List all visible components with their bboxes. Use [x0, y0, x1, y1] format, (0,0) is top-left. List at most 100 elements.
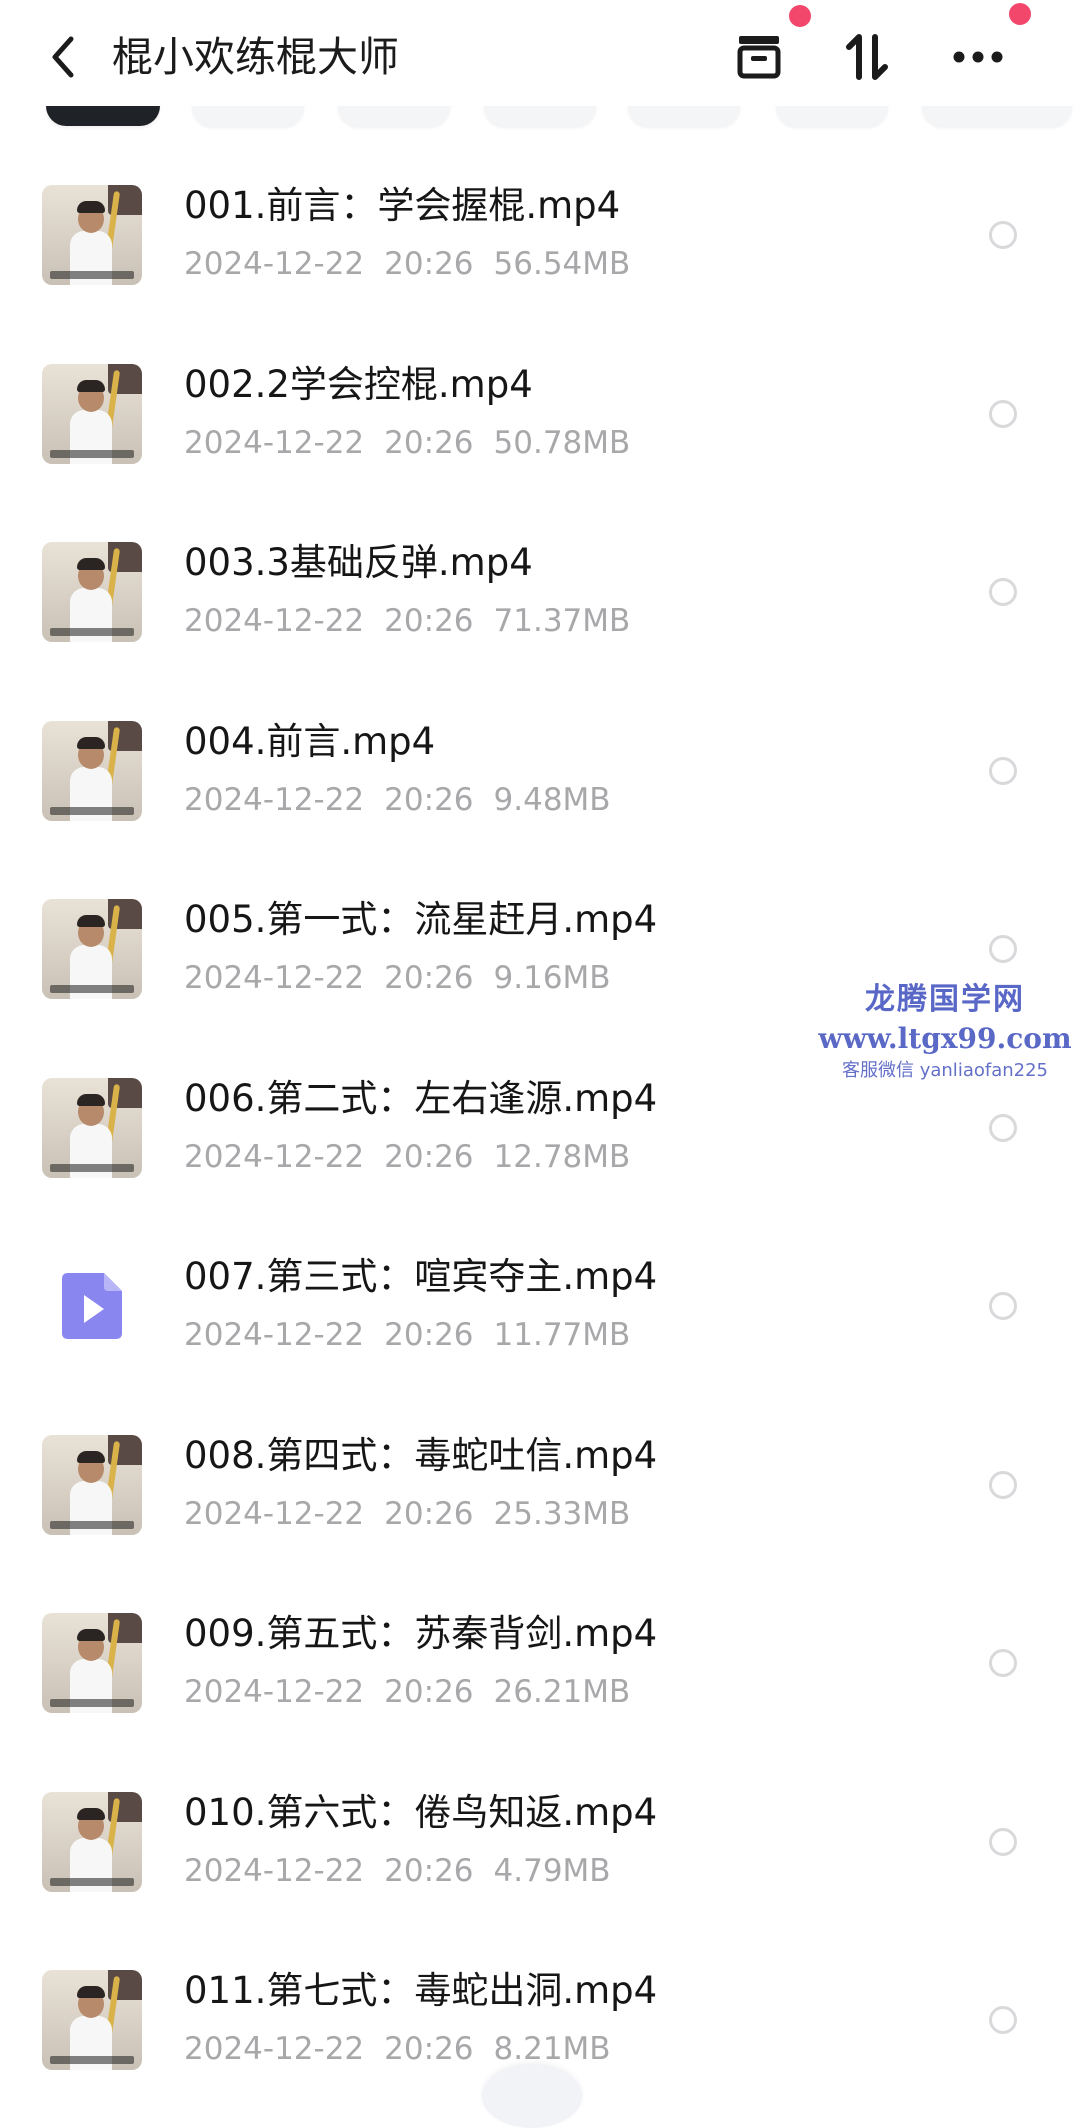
file-date: 2024-12-22: [184, 603, 365, 639]
file-size: 9.48MB: [493, 781, 611, 818]
video-thumbnail: [42, 1613, 142, 1713]
back-button[interactable]: [40, 22, 88, 92]
file-row[interactable]: 004.前言.mp4 2024-12-22 20:26 9.48MB: [0, 686, 1080, 865]
video-thumbnail: [42, 1077, 142, 1178]
file-size: 71.37MB: [493, 603, 631, 639]
file-size: 12.78MB: [493, 1138, 631, 1175]
video-thumbnail: [42, 1970, 142, 2070]
filter-tab[interactable]: [484, 106, 596, 126]
file-date: 2024-12-22: [184, 1852, 365, 1889]
watermark-line1: 龙腾国学网: [865, 982, 1025, 1017]
file-meta: 2024-12-22 20:26 12.78MB: [184, 1137, 650, 1177]
notification-badge: [1009, 3, 1031, 25]
file-date: 2024-12-22: [184, 960, 365, 996]
file-size: 56.54MB: [493, 246, 631, 282]
file-date: 2024-12-22: [184, 1138, 365, 1175]
file-date: 2024-12-22: [184, 1674, 365, 1710]
chevron-left-icon: [52, 36, 74, 78]
file-name: 007.第三式：喧宾夺主.mp4: [184, 1255, 658, 1298]
file-meta: 2024-12-22 20:26 9.48MB: [184, 780, 631, 820]
file-name: 009.第五式：苏秦背剑.mp4: [184, 1612, 658, 1655]
archive-button[interactable]: [724, 22, 794, 92]
file-row[interactable]: 007.第三式：喧宾夺主.mp4 2024-12-22 20:26 11.77MB: [0, 1221, 1080, 1400]
file-name: 008.第四式：毒蛇吐信.mp4: [184, 1433, 658, 1477]
file-date: 2024-12-22: [184, 781, 365, 818]
file-name: 005.第一式：流星赶月.mp4: [184, 898, 658, 941]
file-meta: 2024-12-22 20:26 4.79MB: [184, 1851, 631, 1891]
file-meta: 2024-12-22 20:26 26.21MB: [184, 1672, 650, 1712]
file-meta: 2024-12-22 20:26 56.54MB: [184, 244, 650, 284]
file-name: 006.第二式：左右逢源.mp4: [184, 1076, 658, 1120]
file-size: 26.21MB: [493, 1674, 631, 1710]
select-radio[interactable]: [989, 2006, 1017, 2034]
file-time: 20:26: [384, 1317, 474, 1353]
file-size: 50.78MB: [493, 424, 631, 461]
file-list: 001.前言：学会握棍.mp4 2024-12-22 20:26 56.54MB 002…: [0, 150, 1080, 2114]
watermark-line2: www.ltgx99.com: [818, 1022, 1072, 1055]
video-thumbnail: [42, 363, 142, 464]
file-name: 003.3基础反弹.mp4: [184, 541, 533, 584]
notification-badge: [789, 5, 811, 27]
floating-action-button[interactable]: [482, 2064, 582, 2128]
file-meta: 2024-12-22 20:26 50.78MB: [184, 423, 650, 463]
file-name: 010.第六式：倦鸟知返.mp4: [184, 1790, 658, 1834]
more-dots-icon: [953, 51, 1003, 63]
file-time: 20:26: [384, 781, 474, 818]
file-date: 2024-12-22: [184, 2031, 365, 2067]
file-row[interactable]: 009.第五式：苏秦背剑.mp4 2024-12-22 20:26 26.21MB: [0, 1578, 1080, 1757]
file-time: 20:26: [384, 2031, 474, 2067]
sort-arrows-icon: [846, 34, 888, 80]
select-radio[interactable]: [989, 578, 1017, 606]
select-radio[interactable]: [989, 1113, 1017, 1142]
file-date: 2024-12-22: [184, 424, 365, 461]
select-radio[interactable]: [989, 1292, 1017, 1320]
sort-button[interactable]: [832, 22, 902, 92]
file-date: 2024-12-22: [184, 1495, 365, 1532]
file-date: 2024-12-22: [184, 1317, 365, 1353]
page-title: 棍小欢练棍大师: [112, 33, 399, 81]
select-radio[interactable]: [989, 1827, 1017, 1856]
watermark: 龙腾国学网 www.ltgx99.com 客服微信 yanliaofan225: [810, 980, 1080, 1084]
video-thumbnail: [42, 1434, 142, 1535]
video-file-icon: [42, 1256, 142, 1356]
select-radio[interactable]: [989, 399, 1017, 428]
filter-tab[interactable]: [192, 106, 304, 126]
file-row[interactable]: 003.3基础反弹.mp4 2024-12-22 20:26 71.37MB: [0, 507, 1080, 686]
file-time: 20:26: [384, 1138, 474, 1175]
video-thumbnail: [42, 542, 142, 642]
file-name: 004.前言.mp4: [184, 719, 436, 763]
file-time: 20:26: [384, 424, 474, 461]
video-thumbnail: [42, 899, 142, 999]
file-meta: 2024-12-22 20:26 11.77MB: [184, 1315, 650, 1355]
select-radio[interactable]: [989, 1470, 1017, 1499]
file-time: 20:26: [384, 246, 474, 282]
file-row[interactable]: 008.第四式：毒蛇吐信.mp4 2024-12-22 20:26 25.33MB: [0, 1400, 1080, 1579]
file-meta: 2024-12-22 20:26 8.21MB: [184, 2029, 631, 2069]
file-size: 8.21MB: [493, 2031, 611, 2067]
select-radio[interactable]: [989, 756, 1017, 785]
archive-box-icon: [737, 36, 781, 79]
header-bar: 棍小欢练棍大师: [0, 0, 1080, 112]
select-radio[interactable]: [989, 1649, 1017, 1677]
video-thumbnail: [42, 720, 142, 821]
file-size: 4.79MB: [493, 1852, 611, 1889]
filter-tab[interactable]: [922, 106, 1072, 126]
select-radio[interactable]: [989, 221, 1017, 249]
file-size: 9.16MB: [493, 960, 611, 996]
select-radio[interactable]: [989, 935, 1017, 963]
file-row[interactable]: 002.2学会控棍.mp4 2024-12-22 20:26 50.78MB: [0, 329, 1080, 508]
file-time: 20:26: [384, 1495, 474, 1532]
filter-tab-active[interactable]: [46, 106, 160, 126]
filter-tab[interactable]: [338, 106, 450, 126]
filter-tab[interactable]: [776, 106, 888, 126]
file-name: 001.前言：学会握棍.mp4: [184, 184, 621, 227]
file-meta: 2024-12-22 20:26 71.37MB: [184, 601, 650, 641]
file-meta: 2024-12-22 20:26 9.16MB: [184, 958, 631, 998]
video-thumbnail: [42, 1791, 142, 1892]
more-button[interactable]: [943, 22, 1013, 92]
file-row[interactable]: 010.第六式：倦鸟知返.mp4 2024-12-22 20:26 4.79MB: [0, 1757, 1080, 1936]
file-time: 20:26: [384, 1674, 474, 1710]
filter-tab[interactable]: [628, 106, 740, 126]
file-row[interactable]: 001.前言：学会握棍.mp4 2024-12-22 20:26 56.54MB: [0, 150, 1080, 329]
file-size: 11.77MB: [493, 1317, 631, 1353]
